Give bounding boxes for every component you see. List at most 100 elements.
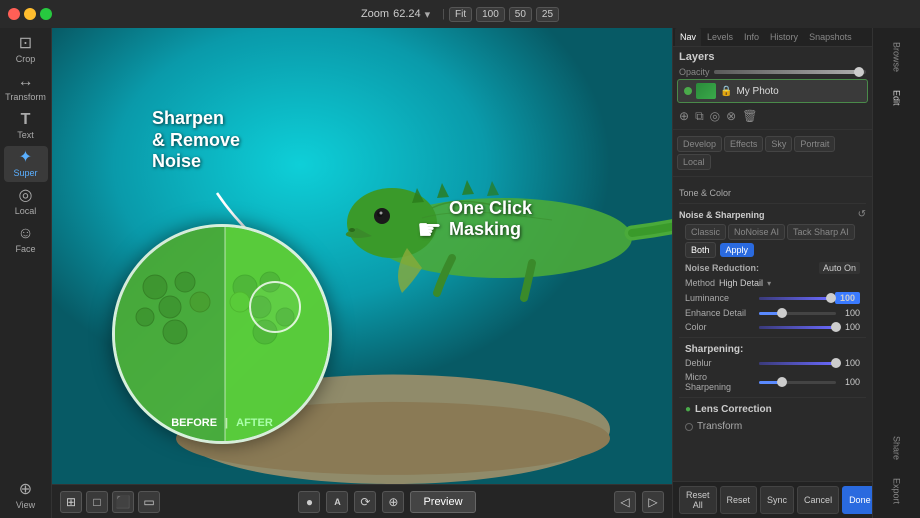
preview-btn[interactable]: Preview [410, 491, 475, 513]
zoom-50-btn[interactable]: 50 [509, 7, 532, 22]
view-label: View [16, 500, 35, 510]
tab-local[interactable]: Local [677, 154, 711, 170]
prev-btn[interactable]: ◁ [614, 491, 636, 513]
layer-add-icon[interactable]: ⊕ [679, 109, 689, 124]
method-arrow[interactable]: ▾ [767, 279, 771, 288]
minimize-btn[interactable] [24, 8, 36, 20]
nav-tab-levels[interactable]: Levels [702, 28, 738, 46]
window-controls [8, 8, 52, 20]
tool-view[interactable]: ⊕ View [4, 478, 48, 514]
tool-transform[interactable]: ↔ Transform [4, 70, 48, 106]
noise-btn-classic[interactable]: Classic [685, 224, 726, 240]
tab-develop[interactable]: Develop [677, 136, 722, 152]
ai-btn[interactable]: A [326, 491, 348, 513]
color-slider-row: Color 100 [679, 320, 866, 334]
canvas-content[interactable]: Sharpen & Remove Noise ☛ One Click Maski… [52, 28, 672, 484]
rotate-btn[interactable]: ⟳ [354, 491, 376, 513]
export-btn[interactable]: Export [888, 470, 906, 512]
main-layout: ⊡ Crop ↔ Transform T Text ✦ Super ◎ Loca… [0, 28, 920, 518]
edit-mode-tabs: Develop Effects Sky Portrait Local [673, 133, 872, 173]
tool-face[interactable]: ☺ Face [4, 222, 48, 258]
edit-btn[interactable]: Edit [888, 82, 906, 114]
close-btn[interactable] [8, 8, 20, 20]
tool-text[interactable]: T Text [4, 108, 48, 144]
nav-tab-snapshots[interactable]: Snapshots [804, 28, 857, 46]
tab-portrait[interactable]: Portrait [794, 136, 835, 152]
deblur-value: 100 [840, 358, 860, 368]
deblur-label: Deblur [685, 358, 755, 368]
next-btn[interactable]: ▷ [642, 491, 664, 513]
noise-reset-icon[interactable]: ↺ [858, 209, 866, 220]
divider-4 [679, 337, 866, 338]
nav-tab-nav[interactable]: Nav [675, 28, 701, 46]
layer-name: My Photo [736, 86, 861, 97]
tab-sky[interactable]: Sky [765, 136, 792, 152]
sharpen-line2: & Remove [152, 130, 240, 152]
transform-label: Transform [5, 92, 46, 102]
lens-correction-toggle[interactable]: ● Lens Correction [679, 401, 866, 418]
zoom-100-btn[interactable]: 100 [476, 7, 505, 22]
noise-btn-both[interactable]: Both [685, 242, 716, 258]
nr-label: Noise Reduction: [685, 263, 759, 273]
zoom-value: 62.24 [393, 8, 421, 20]
crop-bottom-btn[interactable]: ▭ [138, 491, 160, 513]
tool-crop[interactable]: ⊡ Crop [4, 32, 48, 68]
opacity-label: Opacity [679, 67, 710, 77]
done-btn[interactable]: Done [842, 486, 872, 514]
transform-toggle[interactable]: Transform [679, 418, 866, 435]
overlay-btn[interactable]: ⬛ [112, 491, 134, 513]
transform-circle [685, 423, 693, 431]
micro-sharpening-slider[interactable] [759, 381, 836, 384]
masking-line1: One Click [449, 198, 532, 219]
maximize-btn[interactable] [40, 8, 52, 20]
left-toolbar: ⊡ Crop ↔ Transform T Text ✦ Super ◎ Loca… [0, 28, 52, 518]
luminance-label: Luminance [685, 293, 755, 303]
fit-btn[interactable]: Fit [449, 7, 472, 22]
crop-icon: ⊡ [19, 36, 32, 52]
compare-btn[interactable]: □ [86, 491, 108, 513]
sharpen-line3: Noise [152, 151, 240, 173]
zoom-arrow[interactable]: ▾ [425, 8, 431, 21]
layer-item[interactable]: 🔒 My Photo [677, 79, 868, 103]
layer-delete-icon[interactable]: 🗑 [742, 109, 757, 124]
opacity-slider[interactable] [714, 70, 866, 74]
sync-btn[interactable]: Sync [760, 486, 794, 514]
layer-blend-icon[interactable]: ⊗ [726, 109, 736, 124]
tool-local[interactable]: ◎ Local [4, 184, 48, 220]
luminance-slider[interactable] [759, 297, 831, 300]
tab-effects[interactable]: Effects [724, 136, 763, 152]
color-slider[interactable] [759, 326, 836, 329]
deblur-slider[interactable] [759, 362, 836, 365]
micro-sharpening-label: Micro Sharpening [685, 372, 755, 392]
layers-icon-btn[interactable]: ⊞ [60, 491, 82, 513]
enhance-detail-slider-row: Enhance Detail 100 [679, 306, 866, 320]
divider-3 [679, 203, 866, 204]
layer-duplicate-icon[interactable]: ⧉ [695, 109, 704, 124]
apply-btn[interactable]: Apply [720, 243, 755, 257]
view-icon: ⊕ [19, 482, 32, 498]
color-value: 100 [840, 322, 860, 332]
tool-super[interactable]: ✦ Super [4, 146, 48, 182]
nav-tab-history[interactable]: History [765, 28, 803, 46]
reset-btn[interactable]: Reset [720, 486, 758, 514]
noise-btn-nonoise[interactable]: NoNoise AI [728, 224, 785, 240]
lens-correction-icon: ● [685, 404, 691, 415]
masking-text: One Click Masking [449, 198, 532, 240]
noise-btn-tacksharp[interactable]: Tack Sharp AI [787, 224, 855, 240]
reset-all-btn[interactable]: Reset All [679, 486, 717, 514]
browse-btn[interactable]: Browse [888, 34, 906, 80]
luminance-value: 100 [835, 292, 860, 304]
nav-tab-info[interactable]: Info [739, 28, 764, 46]
transform-icon: ↔ [18, 74, 34, 90]
layer-mask-icon[interactable]: ◎ [710, 109, 720, 124]
bottom-toolbar: ⊞ □ ⬛ ▭ ● A ⟳ ⊕ Preview ◁ ▷ [52, 484, 672, 518]
cancel-btn[interactable]: Cancel [797, 486, 839, 514]
dot-btn[interactable]: ● [298, 491, 320, 513]
enhance-detail-slider[interactable] [759, 312, 836, 315]
share-btn[interactable]: Share [888, 428, 906, 468]
face-icon: ☺ [17, 226, 33, 242]
plus-btn[interactable]: ⊕ [382, 491, 404, 513]
before-label: BEFORE [171, 417, 217, 429]
main-right-panel: Nav Levels Info History Snapshots Layers… [672, 28, 872, 518]
zoom-25-btn[interactable]: 25 [536, 7, 559, 22]
